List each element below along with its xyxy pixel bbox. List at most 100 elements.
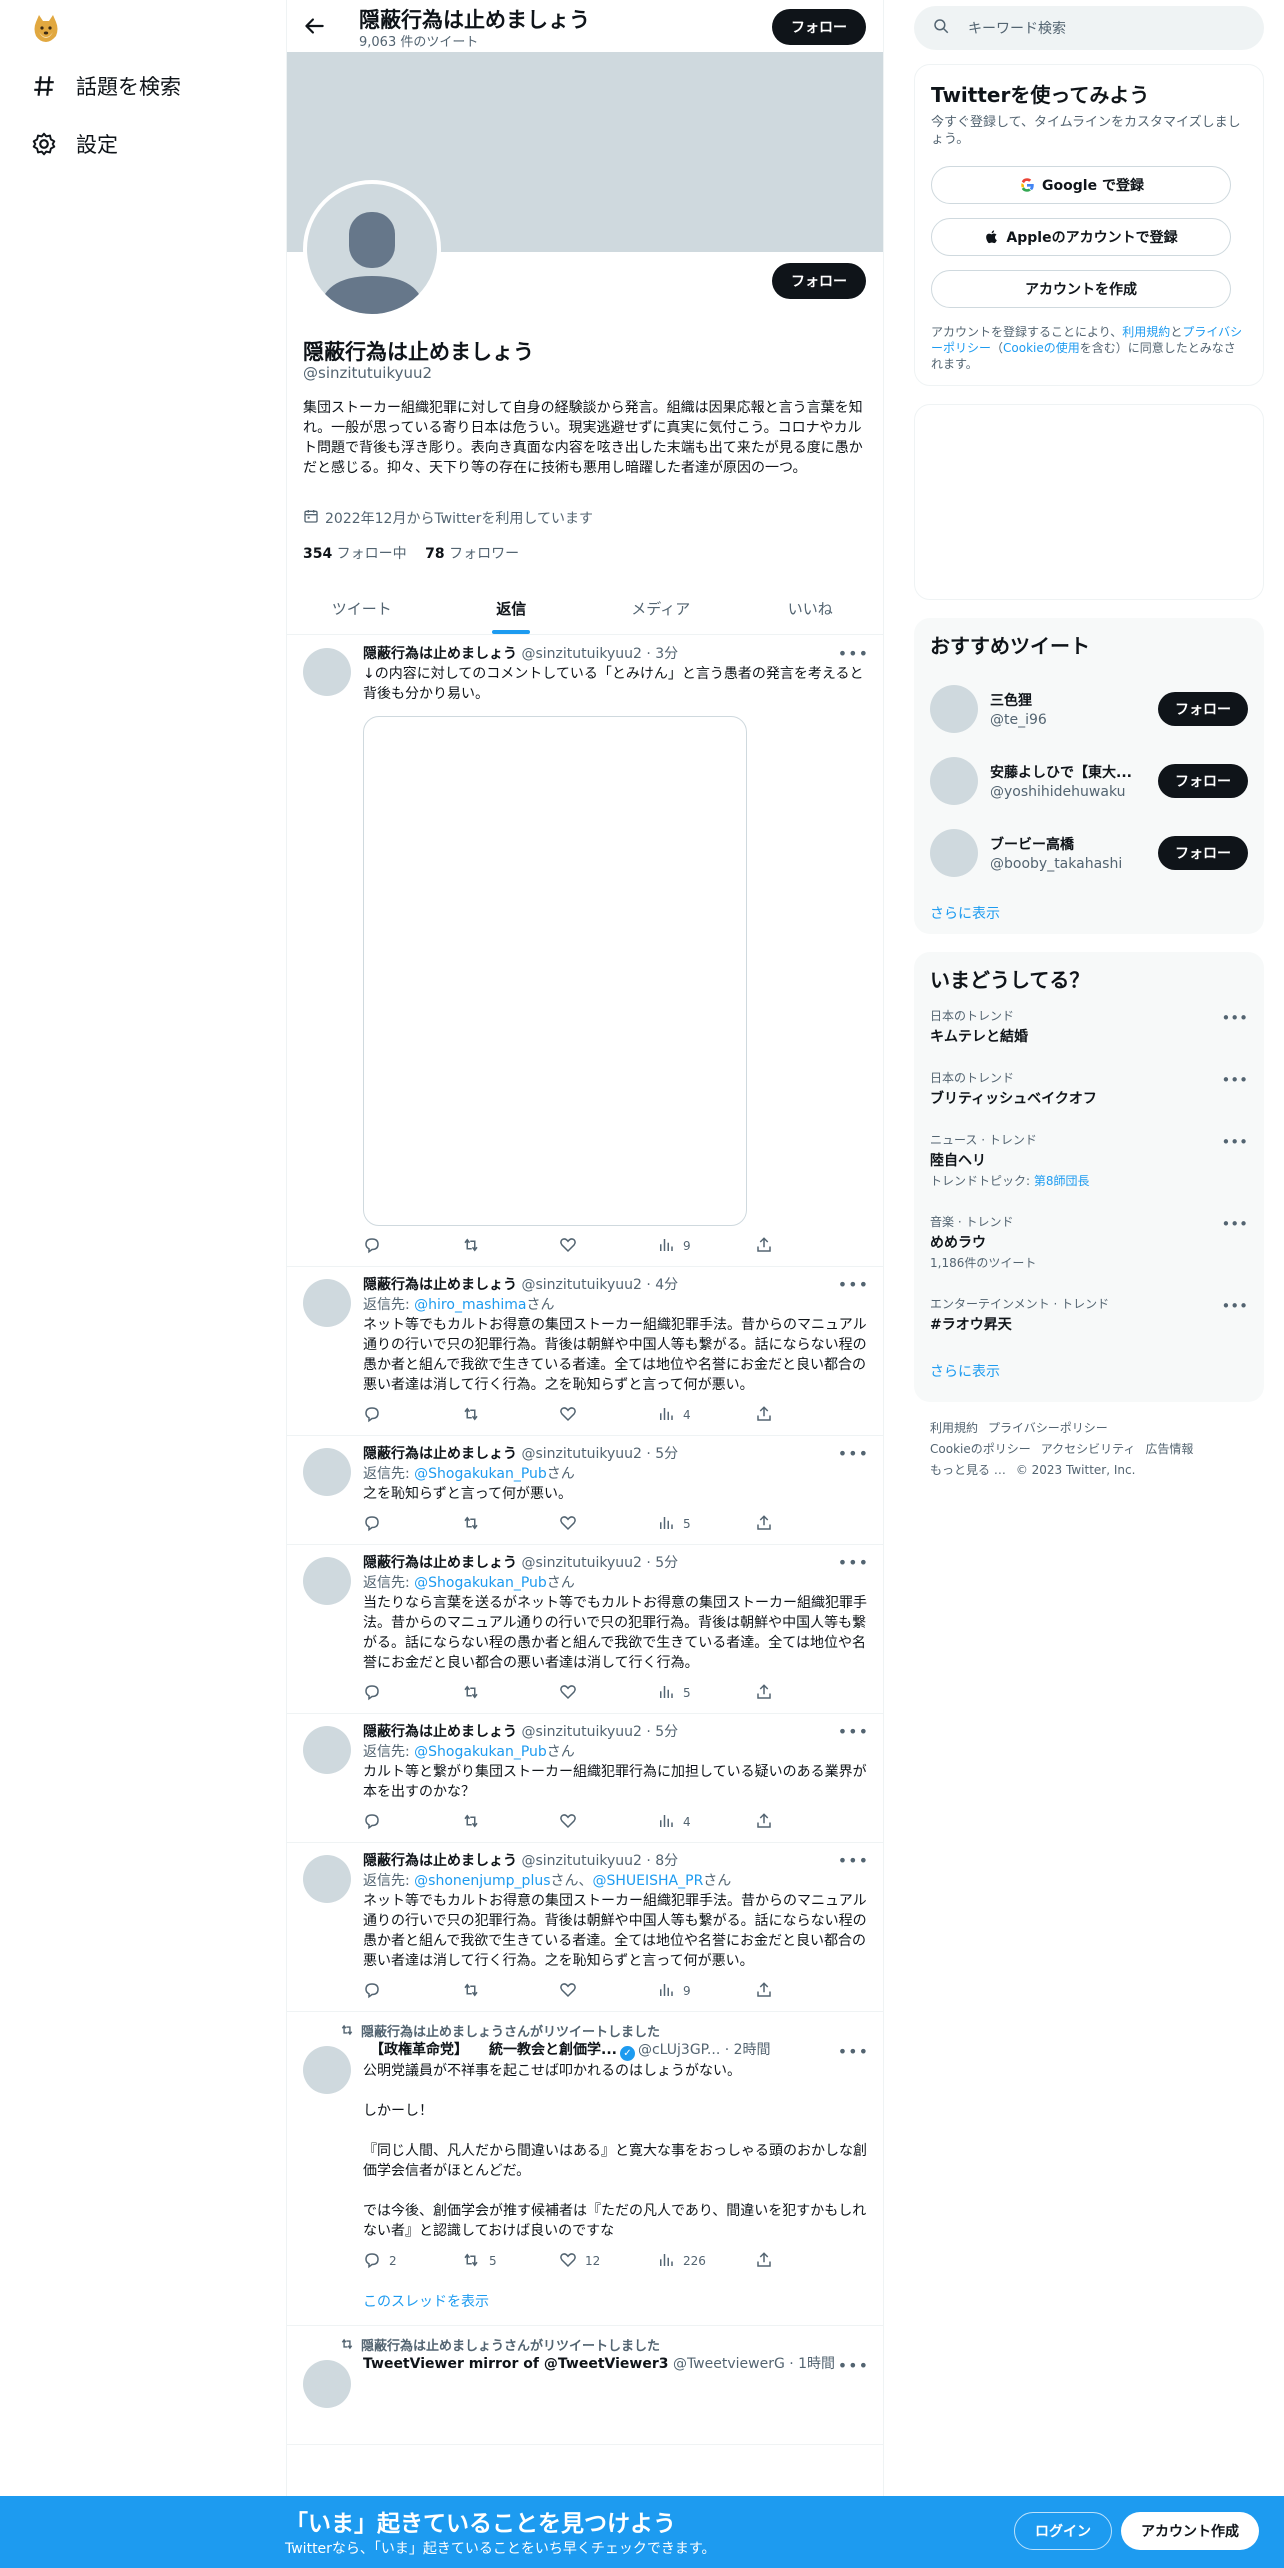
profile-follow-button[interactable]: フォロー <box>772 263 866 299</box>
share-button[interactable] <box>755 1812 853 1833</box>
retweet-button[interactable] <box>461 1812 559 1833</box>
tweet-author-name[interactable]: 隠蔽行為は止めましょう <box>363 1277 517 1293</box>
tweet-author-name[interactable]: 隠蔽行為は止めましょう <box>363 1724 517 1740</box>
like-button[interactable] <box>559 1812 657 1833</box>
trend-topic-link[interactable]: 第8師団長 <box>1034 1174 1090 1188</box>
tweet[interactable]: ••• 隠蔽行為は止めましょう @sinzitutuikyuu2 · 5分 返信… <box>287 1714 883 1843</box>
tweet-author-handle[interactable]: @sinzitutuikyuu2 <box>521 1853 641 1869</box>
more-icon[interactable]: ••• <box>1221 1297 1248 1315</box>
retweet-button[interactable] <box>461 1405 559 1426</box>
avatar[interactable] <box>303 1448 351 1496</box>
more-icon[interactable]: ••• <box>838 1553 869 1572</box>
retweet-context-label[interactable]: 隠蔽行為は止めましょうさんがリツイートしました <box>361 2021 660 2040</box>
like-button[interactable] <box>559 1981 657 2002</box>
avatar[interactable] <box>303 2360 351 2408</box>
avatar[interactable] <box>303 1557 351 1605</box>
follow-suggestion[interactable]: 三色狸 @te_i96 フォロー <box>930 673 1248 745</box>
tab-replies[interactable]: 返信 <box>437 583 587 634</box>
avatar[interactable] <box>303 1726 351 1774</box>
reply-to-link[interactable]: @Shogakukan_Pub <box>414 1575 547 1591</box>
avatar[interactable] <box>930 685 978 733</box>
follow-button[interactable]: フォロー <box>1158 764 1248 798</box>
share-button[interactable] <box>755 1236 853 1257</box>
more-icon[interactable]: ••• <box>838 1851 869 1870</box>
tweet-author-handle[interactable]: @sinzitutuikyuu2 <box>521 1724 641 1740</box>
following-link[interactable]: 354 フォロー中 <box>303 546 407 562</box>
tweet-time[interactable]: · 5分 <box>642 1446 678 1462</box>
nav-item-explore[interactable]: 話題を検索 <box>30 66 181 106</box>
reply-button[interactable] <box>363 1405 461 1426</box>
like-button[interactable] <box>559 1405 657 1426</box>
share-button[interactable] <box>755 1683 853 1704</box>
footer-link[interactable]: Cookieのポリシー <box>930 1442 1031 1456</box>
reply-button[interactable] <box>363 1812 461 1833</box>
share-button[interactable] <box>755 1981 853 2002</box>
apple-signup-button[interactable]: Appleのアカウントで登録 <box>931 218 1231 256</box>
reply-to-link[interactable]: @Shogakukan_Pub <box>414 1744 547 1760</box>
tweet-author-name[interactable]: 隠蔽行為は止めましょう <box>363 1446 517 1462</box>
follow-button[interactable]: フォロー <box>1158 836 1248 870</box>
tab-likes[interactable]: いいね <box>736 583 884 634</box>
retweet-button[interactable]: 5 <box>461 2251 559 2272</box>
tweet[interactable]: ••• 隠蔽行為は止めましょう @sinzitutuikyuu2 · 5分 返信… <box>287 1436 883 1545</box>
reply-to-link[interactable]: @SHUEISHA_PR <box>593 1873 704 1889</box>
views-button[interactable]: 4 <box>657 1812 755 1833</box>
more-icon[interactable]: ••• <box>838 2042 869 2061</box>
more-icon[interactable]: ••• <box>1221 1009 1248 1027</box>
search-input[interactable]: キーワード検索 <box>914 6 1264 50</box>
avatar[interactable] <box>930 757 978 805</box>
views-button[interactable]: 5 <box>657 1683 755 1704</box>
tab-media[interactable]: メディア <box>586 583 736 634</box>
tweet-time[interactable]: · 4分 <box>642 1277 678 1293</box>
who-to-follow-show-more[interactable]: さらに表示 <box>930 903 1248 923</box>
footer-link[interactable]: プライバシーポリシー <box>988 1421 1108 1435</box>
retweet-button[interactable] <box>461 1683 559 1704</box>
tweet-author-name[interactable]: TweetViewer mirror of @TweetViewer3 <box>363 2356 668 2372</box>
tweet-time[interactable]: · 5分 <box>642 1724 678 1740</box>
tweet-time[interactable]: · 8分 <box>642 1853 678 1869</box>
reply-button[interactable] <box>363 1236 461 1257</box>
reply-to-link[interactable]: @Shogakukan_Pub <box>414 1466 547 1482</box>
tweet-media-card[interactable] <box>363 716 747 1226</box>
more-icon[interactable]: ••• <box>838 1444 869 1463</box>
footer-link[interactable]: 広告情報 <box>1145 1442 1193 1456</box>
follow-suggestion[interactable]: 安藤よしひで【東大... @yoshihidehuwaku フォロー <box>930 745 1248 817</box>
views-button[interactable]: 9 <box>657 1236 755 1257</box>
retweet-button[interactable] <box>461 1236 559 1257</box>
like-button[interactable]: 12 <box>559 2251 657 2272</box>
doge-logo-icon[interactable] <box>30 12 62 44</box>
avatar[interactable] <box>303 1279 351 1327</box>
cookie-link[interactable]: Cookieの使用 <box>1003 341 1080 355</box>
tweet-author-name[interactable]: 隠蔽行為は止めましょう <box>363 1555 517 1571</box>
trends-show-more[interactable]: さらに表示 <box>930 1361 1248 1381</box>
tweet-author-name[interactable]: 【政権革命党】 統一教会と創価学... <box>363 2042 617 2058</box>
avatar[interactable] <box>930 829 978 877</box>
views-button[interactable]: 4 <box>657 1405 755 1426</box>
footer-link[interactable]: もっと見る … <box>930 1463 1006 1477</box>
reply-button[interactable] <box>363 1683 461 1704</box>
views-button[interactable]: 9 <box>657 1981 755 2002</box>
tweet-author-handle[interactable]: @sinzitutuikyuu2 <box>521 1446 641 1462</box>
reply-button[interactable] <box>363 1981 461 2002</box>
reply-button[interactable] <box>363 1514 461 1535</box>
tweet-author-handle[interactable]: @sinzitutuikyuu2 <box>521 1555 641 1571</box>
google-signup-button[interactable]: Google で登録 <box>931 166 1231 204</box>
tweet-author-handle[interactable]: @sinzitutuikyuu2 <box>521 1277 641 1293</box>
like-button[interactable] <box>559 1514 657 1535</box>
tweet-author-name[interactable]: 隠蔽行為は止めましょう <box>363 1853 517 1869</box>
trend-item[interactable]: ニュース · トレンド 陸自ヘリ トレンドトピック: 第8師団長 ••• <box>930 1131 1248 1213</box>
reply-button[interactable]: 2 <box>363 2251 461 2272</box>
follow-suggestion[interactable]: ブービー高橋 @booby_takahashi フォロー <box>930 817 1248 889</box>
avatar[interactable] <box>303 2046 351 2094</box>
share-button[interactable] <box>755 2251 853 2272</box>
follow-button[interactable]: フォロー <box>1158 692 1248 726</box>
signup-button[interactable]: アカウント作成 <box>1121 2512 1259 2550</box>
trend-item[interactable]: 日本のトレンド キムテレと結婚 ••• <box>930 1007 1248 1069</box>
more-icon[interactable]: ••• <box>1221 1071 1248 1089</box>
like-button[interactable] <box>559 1236 657 1257</box>
share-button[interactable] <box>755 1405 853 1426</box>
show-thread-link[interactable]: このスレッドを表示 <box>363 2291 869 2311</box>
tweet-author-name[interactable]: 隠蔽行為は止めましょう <box>363 646 517 662</box>
tweet[interactable]: ••• 隠蔽行為は止めましょう @sinzitutuikyuu2 · 8分 返信… <box>287 1843 883 2012</box>
retweet-context-label[interactable]: 隠蔽行為は止めましょうさんがリツイートしました <box>361 2335 660 2354</box>
